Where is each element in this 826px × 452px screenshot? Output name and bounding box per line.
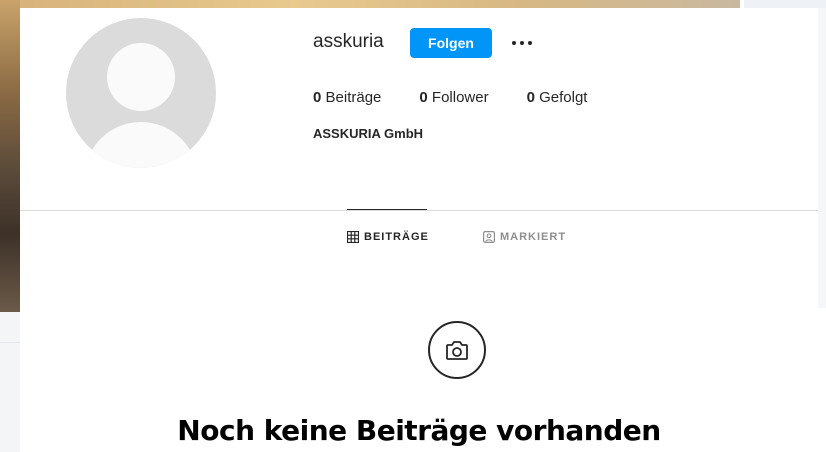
active-tab-indicator — [347, 209, 427, 210]
stat-posts: 0 Beiträge — [313, 88, 381, 108]
stat-followers-count: 0 — [419, 89, 428, 106]
tab-tagged[interactable]: MARKIERT — [483, 230, 566, 244]
tab-posts[interactable]: BEITRÄGE — [347, 230, 429, 244]
background-right-top — [744, 0, 826, 8]
profile-stats: 0 Beiträge 0 Follower 0 Gefolgt — [313, 88, 625, 108]
profile-username: asskuria — [313, 31, 384, 52]
tab-tagged-label: MARKIERT — [500, 231, 567, 243]
stat-posts-label: Beiträge — [325, 89, 382, 106]
grid-icon — [347, 231, 359, 243]
tab-posts-label: BEITRÄGE — [364, 231, 429, 243]
stat-following-count: 0 — [526, 89, 535, 106]
profile-card: asskuria Folgen 0 Beiträge 0 Follower 0 … — [20, 8, 818, 452]
background-photo-left — [0, 0, 20, 312]
background-right-column — [818, 8, 826, 308]
stat-followers[interactable]: 0 Follower — [419, 88, 488, 108]
tagged-user-icon — [483, 231, 495, 243]
tabs-divider — [20, 210, 818, 211]
stat-posts-count: 0 — [313, 89, 322, 106]
stat-followers-label: Follower — [431, 89, 489, 106]
profile-full-name: ASSKURIA GmbH — [313, 126, 424, 141]
avatar-body-shape — [84, 122, 198, 168]
avatar[interactable] — [66, 18, 216, 168]
background-photo-top — [0, 0, 740, 8]
more-options-icon[interactable] — [507, 28, 537, 58]
camera-icon — [428, 321, 486, 379]
stat-following[interactable]: 0 Gefolgt — [527, 88, 588, 108]
avatar-head-shape — [107, 43, 175, 111]
stat-following-label: Gefolgt — [539, 89, 588, 106]
follow-button[interactable]: Folgen — [410, 28, 492, 58]
background-left-lower — [0, 312, 20, 452]
empty-state-title: Noch keine Beiträge vorhanden — [177, 414, 661, 447]
